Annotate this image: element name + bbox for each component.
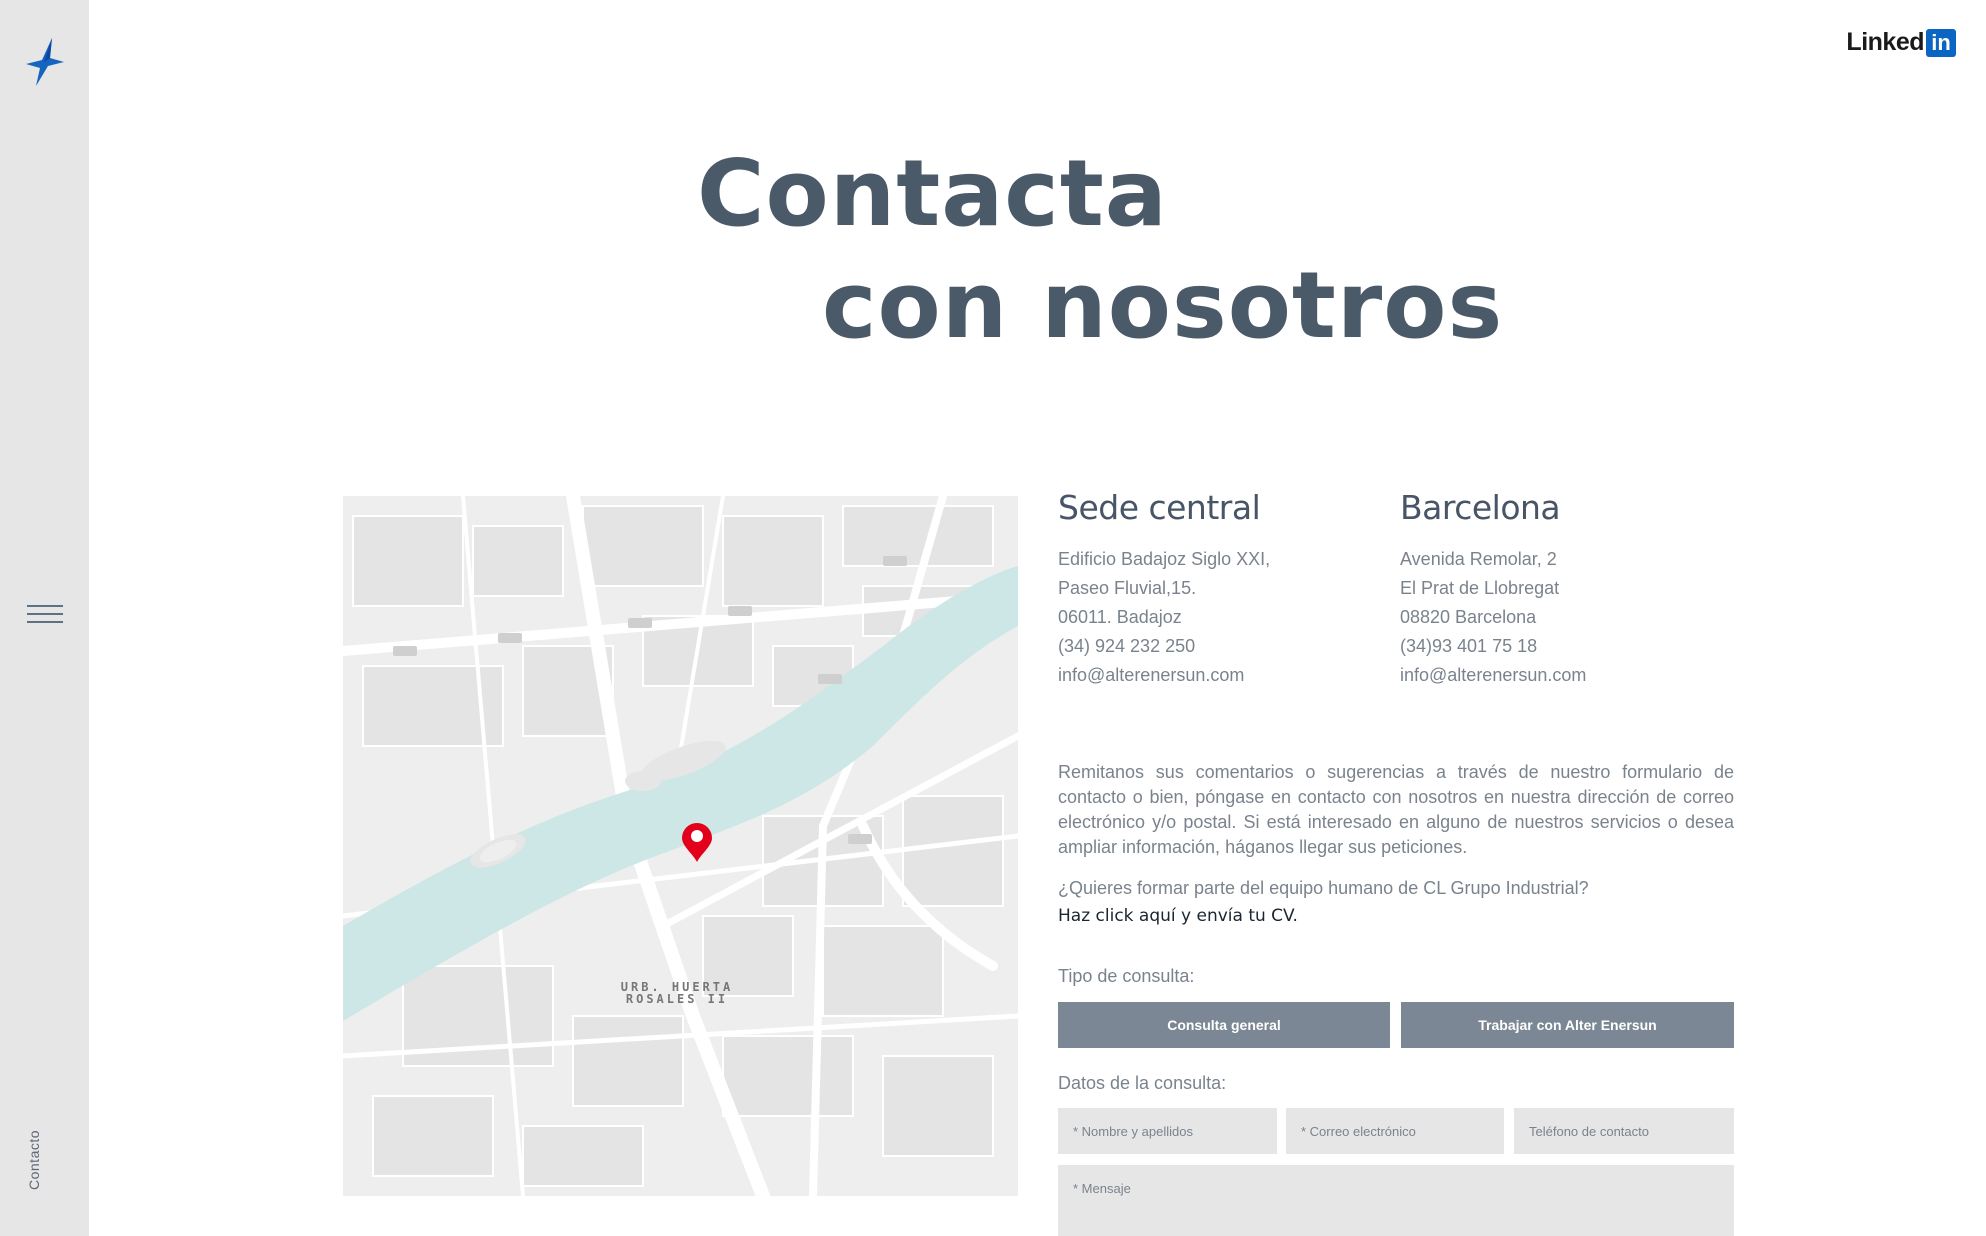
office-title: Sede central — [1058, 488, 1261, 527]
office-email[interactable]: info@alterenersun.com — [1400, 661, 1586, 690]
general-inquiry-button[interactable]: Consulta general — [1058, 1002, 1390, 1048]
linkedin-wordmark: Linked — [1846, 28, 1924, 56]
office-barcelona: Barcelona Avenida Remolar, 2 El Prat de … — [1400, 488, 1586, 690]
cv-link[interactable]: Haz click aquí y envía tu CV. — [1058, 906, 1298, 926]
office-title: Barcelona — [1400, 488, 1561, 527]
intro-paragraph: Remitanos sus comentarios o sugerencias … — [1058, 762, 1734, 857]
map-area-label-2: ROSALES II — [626, 992, 728, 1006]
location-map[interactable]: URB. HUERTA ROSALES II — [343, 496, 1018, 1196]
office-address-line: Paseo Fluvial,15. — [1058, 578, 1197, 598]
linkedin-logo-link[interactable]: Linked in — [1846, 28, 1956, 57]
linkedin-in-icon: in — [1926, 28, 1956, 57]
office-address-line: El Prat de Llobregat — [1400, 578, 1560, 598]
sidebar-section-label: Contacto — [26, 1129, 42, 1190]
inquiry-type-label: Tipo de consulta: — [1058, 966, 1195, 986]
phone-field[interactable]: Teléfono de contacto — [1514, 1108, 1734, 1154]
sidebar: Contacto — [0, 0, 89, 1236]
email-field[interactable]: * Correo electrónico — [1286, 1108, 1504, 1154]
office-phone[interactable]: (34)93 401 75 18 — [1400, 632, 1586, 661]
page-title-line-1: Contacta — [697, 140, 1168, 247]
cv-question: ¿Quieres formar parte del equipo humano … — [1058, 878, 1589, 898]
hamburger-icon[interactable] — [27, 605, 63, 627]
inquiry-data-label: Datos de la consulta: — [1058, 1073, 1227, 1093]
page-title-line-2: con nosotros — [822, 252, 1504, 359]
name-field[interactable]: * Nombre y apellidos — [1058, 1108, 1277, 1154]
office-address-line: Avenida Remolar, 2 — [1400, 549, 1557, 569]
office-address-line: Edificio Badajoz Siglo XXI, — [1058, 549, 1271, 569]
office-address-line: 06011. Badajoz — [1058, 607, 1182, 627]
office-headquarters: Sede central Edificio Badajoz Siglo XXI,… — [1058, 488, 1270, 690]
office-phone[interactable]: (34) 924 232 250 — [1058, 632, 1270, 661]
work-with-us-button[interactable]: Trabajar con Alter Enersun — [1401, 1002, 1734, 1048]
office-email[interactable]: info@alterenersun.com — [1058, 661, 1270, 690]
office-address-line: 08820 Barcelona — [1400, 607, 1537, 627]
bolt-star-icon[interactable] — [22, 38, 68, 86]
message-field[interactable]: * Mensaje — [1058, 1165, 1734, 1236]
